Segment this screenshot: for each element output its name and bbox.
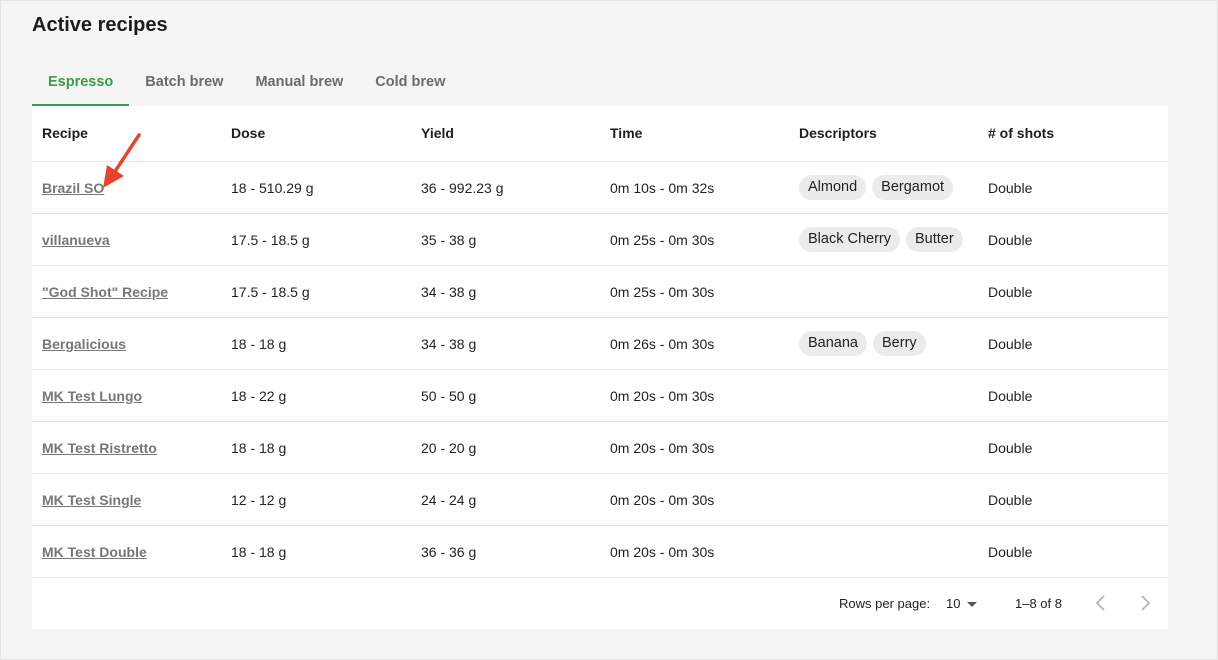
yield-cell: 24 - 24 g bbox=[421, 492, 477, 508]
time-cell: 0m 20s - 0m 30s bbox=[610, 492, 715, 508]
table-row[interactable]: MK Test Single 12 - 12 g 24 - 24 g 0m 20s -… bbox=[32, 474, 1168, 526]
descriptor-chip: Berry bbox=[873, 331, 926, 356]
recipe-cell: MK Test Single bbox=[42, 474, 141, 525]
dose-cell: 18 - 18 g bbox=[231, 544, 287, 560]
shots-cell: Double bbox=[988, 492, 1033, 508]
table-row[interactable]: MK Test Ristretto 18 - 18 g 20 - 20 g 0m 20… bbox=[32, 422, 1168, 474]
column-header-shots[interactable]: # of shots bbox=[988, 106, 1054, 157]
table-row[interactable]: Brazil SO 18 - 510.29 g 36 - 992.23 g 0m 10… bbox=[32, 162, 1168, 214]
recipe-cell: Bergalicious bbox=[42, 318, 126, 369]
yield-cell: 36 - 992.23 g bbox=[421, 180, 504, 196]
rows-per-page-label: Rows per page: bbox=[839, 596, 931, 611]
shots-cell: Double bbox=[988, 544, 1033, 560]
recipe-link[interactable]: Bergalicious bbox=[42, 336, 126, 352]
dose-cell: 18 - 18 g bbox=[231, 336, 287, 352]
dose-cell: 18 - 18 g bbox=[231, 440, 287, 456]
recipe-link[interactable]: Brazil SO bbox=[42, 180, 104, 196]
shots-cell: Double bbox=[988, 180, 1033, 196]
recipe-link[interactable]: MK Test Lungo bbox=[42, 388, 142, 404]
time-cell: 0m 10s - 0m 32s bbox=[610, 180, 715, 196]
descriptors-cell: AlmondBergamotB bbox=[799, 162, 979, 213]
time-cell: 0m 20s - 0m 30s bbox=[610, 544, 715, 560]
shots-cell: Double bbox=[988, 388, 1033, 404]
recipe-cell: "God Shot" Recipe bbox=[42, 266, 168, 317]
shots-cell: Double bbox=[988, 440, 1033, 456]
descriptors-cell bbox=[799, 370, 979, 421]
yield-cell: 34 - 38 g bbox=[421, 284, 477, 300]
descriptors-cell bbox=[799, 526, 979, 577]
recipe-link[interactable]: MK Test Single bbox=[42, 492, 141, 508]
page-frame: Active recipes Espresso Batch brew Manua… bbox=[0, 0, 1218, 660]
descriptor-chip: Butter bbox=[906, 227, 963, 252]
table-row[interactable]: villanueva 17.5 - 18.5 g 35 - 38 g 0m 25s -… bbox=[32, 214, 1168, 266]
descriptor-chip: Almond bbox=[799, 175, 867, 200]
column-header-recipe[interactable]: Recipe bbox=[42, 106, 88, 157]
yield-cell: 34 - 38 g bbox=[421, 336, 477, 352]
descriptors-cell: Black Cherry Butter bbox=[799, 214, 979, 265]
tab-cold-brew[interactable]: Cold brew bbox=[359, 63, 461, 106]
table-header-row: Recipe Dose Yield Time Descriptors # of … bbox=[32, 106, 1168, 162]
time-cell: 0m 20s - 0m 30s bbox=[610, 388, 715, 404]
descriptor-chip: Bergamot bbox=[872, 175, 954, 200]
dose-cell: 12 - 12 g bbox=[231, 492, 287, 508]
rows-per-page-value: 10 bbox=[946, 596, 961, 611]
shots-cell: Double bbox=[988, 336, 1033, 352]
shots-cell: Double bbox=[988, 284, 1033, 300]
tab-espresso[interactable]: Espresso bbox=[32, 63, 130, 106]
column-header-descriptors[interactable]: Descriptors bbox=[799, 106, 877, 157]
dose-cell: 17.5 - 18.5 g bbox=[231, 284, 310, 300]
table-row[interactable]: MK Test Lungo 18 - 22 g 50 - 50 g 0m 20s - … bbox=[32, 370, 1168, 422]
pagination-range: 1–8 of 8 bbox=[1015, 596, 1062, 611]
recipe-link[interactable]: villanueva bbox=[42, 232, 110, 248]
recipes-table: Recipe Dose Yield Time Descriptors # of … bbox=[32, 106, 1168, 629]
descriptors-cell bbox=[799, 474, 979, 525]
tab-batch-brew[interactable]: Batch brew bbox=[129, 63, 239, 106]
tab-manual-brew[interactable]: Manual brew bbox=[239, 63, 359, 106]
yield-cell: 35 - 38 g bbox=[421, 232, 477, 248]
chevron-left-icon[interactable] bbox=[1089, 591, 1113, 615]
recipe-cell: MK Test Double bbox=[42, 526, 147, 577]
recipe-link[interactable]: MK Test Double bbox=[42, 544, 147, 560]
recipe-cell: MK Test Lungo bbox=[42, 370, 142, 421]
recipe-link[interactable]: MK Test Ristretto bbox=[42, 440, 157, 456]
time-cell: 0m 25s - 0m 30s bbox=[610, 232, 715, 248]
red-arrow-icon bbox=[103, 133, 141, 188]
descriptor-chip: Black Cherry bbox=[799, 227, 900, 252]
dose-cell: 18 - 510.29 g bbox=[231, 180, 314, 196]
column-header-yield[interactable]: Yield bbox=[421, 106, 454, 157]
caret-down-icon bbox=[967, 602, 978, 608]
chevron-right-icon[interactable] bbox=[1133, 591, 1157, 615]
recipe-cell: MK Test Ristretto bbox=[42, 422, 157, 473]
dose-cell: 17.5 - 18.5 g bbox=[231, 232, 310, 248]
yield-cell: 50 - 50 g bbox=[421, 388, 477, 404]
pagination-bar: Rows per page: 10 1–8 of 8 bbox=[32, 578, 1168, 629]
recipe-cell: Brazil SO bbox=[42, 162, 104, 213]
table-row[interactable]: "God Shot" Recipe 17.5 - 18.5 g 34 - 38 g 0… bbox=[32, 266, 1168, 318]
tab-bar: Espresso Batch brew Manual brew Cold bre… bbox=[32, 63, 461, 106]
time-cell: 0m 26s - 0m 30s bbox=[610, 336, 715, 352]
time-cell: 0m 25s - 0m 30s bbox=[610, 284, 715, 300]
page-title: Active recipes bbox=[32, 14, 168, 36]
recipe-cell: villanueva bbox=[42, 214, 110, 265]
table-row[interactable]: Bergalicious 18 - 18 g 34 - 38 g 0m 26s - 0… bbox=[32, 318, 1168, 370]
yield-cell: 20 - 20 g bbox=[421, 440, 477, 456]
yield-cell: 36 - 36 g bbox=[421, 544, 477, 560]
table-row[interactable]: MK Test Double 18 - 18 g 36 - 36 g 0m 20s -… bbox=[32, 526, 1168, 578]
time-cell: 0m 20s - 0m 30s bbox=[610, 440, 715, 456]
descriptors-cell: BananaBerryCanta bbox=[799, 318, 979, 369]
rows-per-page-select[interactable]: 10 bbox=[946, 596, 978, 611]
dose-cell: 18 - 22 g bbox=[231, 388, 287, 404]
column-header-dose[interactable]: Dose bbox=[231, 106, 265, 157]
recipe-link[interactable]: "God Shot" Recipe bbox=[42, 284, 168, 300]
descriptors-cell bbox=[799, 422, 979, 473]
column-header-time[interactable]: Time bbox=[610, 106, 642, 157]
descriptors-cell bbox=[799, 266, 979, 317]
descriptor-chip: Banana bbox=[799, 331, 867, 356]
shots-cell: Double bbox=[988, 232, 1033, 248]
